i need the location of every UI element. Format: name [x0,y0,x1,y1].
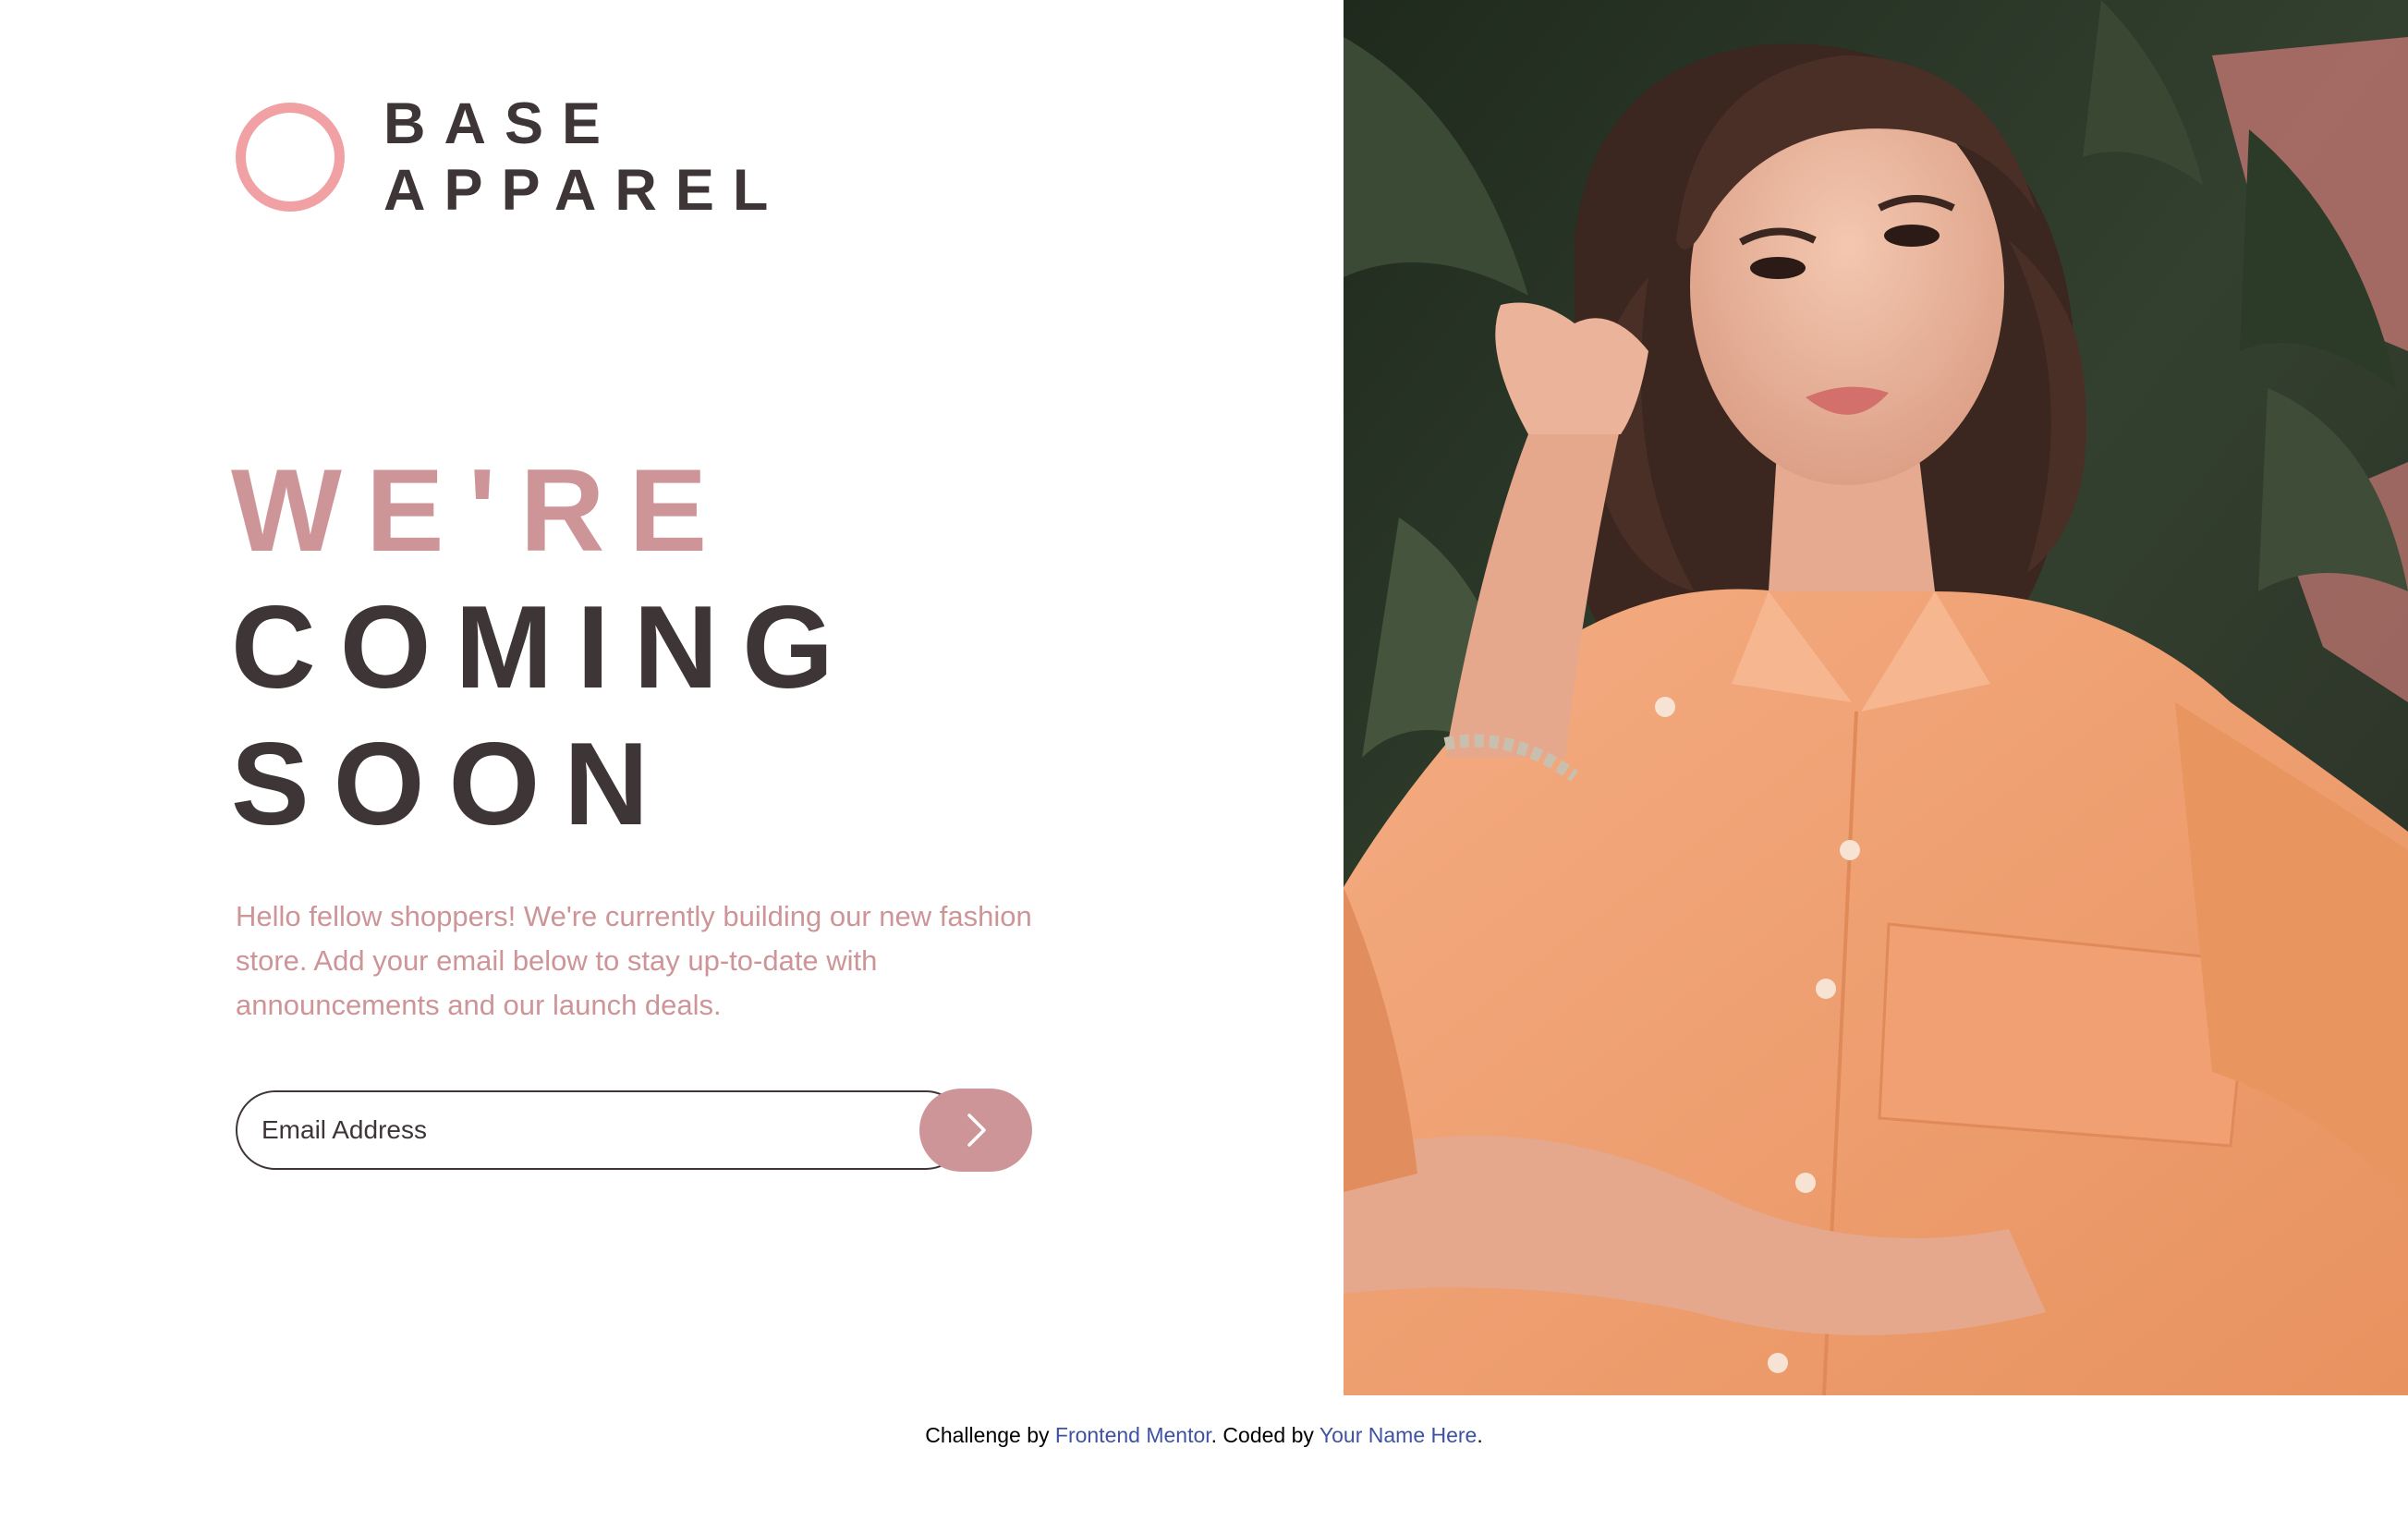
chevron-right-icon [967,1113,986,1147]
attribution: Challenge by Frontend Mentor. Coded by Y… [0,1423,2408,1448]
logo-ring-icon [236,103,345,212]
title-line2: COMING [231,581,858,712]
attribution-middle: . Coded by [1210,1423,1314,1447]
intro-text: Hello fellow shoppers! We're currently b… [236,900,1032,1021]
brand-logo: BASE APPAREL [236,91,786,224]
email-field[interactable] [236,1090,966,1170]
brand-name-line1: BASE [383,91,620,156]
title-accent: WE'RE [231,444,732,576]
brand-name: BASE APPAREL [383,91,786,224]
hero-image [1344,0,2408,1395]
brand-name-line2: APPAREL [383,158,787,223]
attribution-prefix: Challenge by [925,1423,1050,1447]
title-line3: SOON [231,718,673,849]
frontend-mentor-link[interactable]: Frontend Mentor [1055,1423,1211,1447]
signup-form [236,1089,1032,1172]
attribution-suffix: . [1477,1423,1483,1447]
submit-button[interactable] [919,1089,1032,1172]
author-link[interactable]: Your Name Here [1320,1423,1477,1447]
page-title: WE'RE COMING SOON [231,442,857,852]
